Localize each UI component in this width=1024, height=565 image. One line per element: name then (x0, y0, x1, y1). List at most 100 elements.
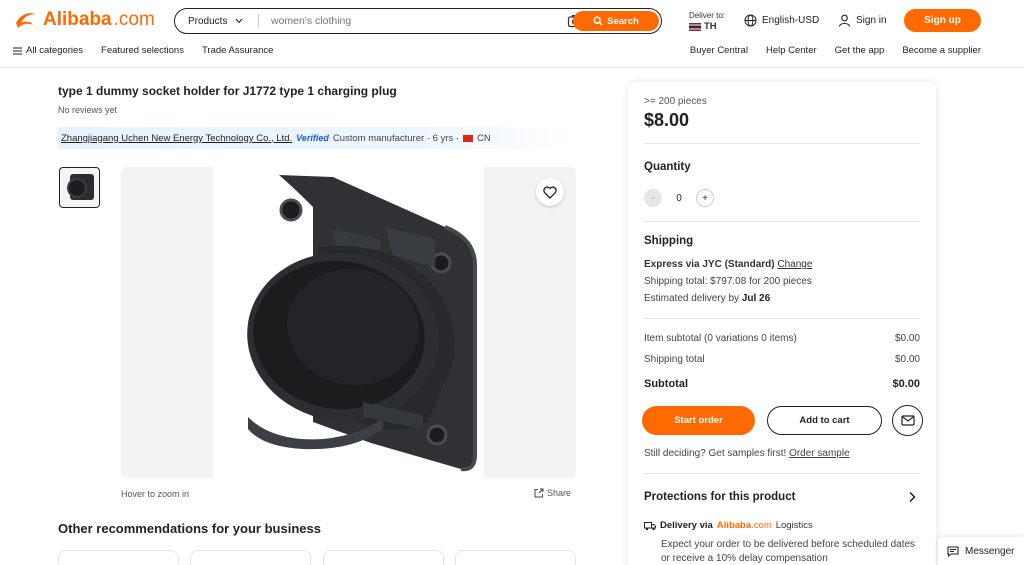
subnav-left: All categories Featured selections Trade… (13, 45, 273, 56)
subtotal-value: $0.00 (892, 378, 920, 390)
alibaba-logo[interactable]: Alibaba .com (13, 9, 155, 31)
sign-up-button[interactable]: Sign up (904, 9, 981, 32)
subnav-right: Buyer Central Help Center Get the app Be… (690, 45, 981, 56)
thailand-flag-icon (689, 22, 701, 31)
shipping-total-value: $0.00 (894, 354, 920, 365)
protections-title[interactable]: Protections for this product (644, 491, 795, 503)
deliver-to-label: Deliver to: (689, 11, 726, 20)
logo-text: Alibaba (43, 9, 112, 30)
start-order-button[interactable]: Start order (642, 406, 755, 435)
nav-featured-selections[interactable]: Featured selections (101, 45, 184, 56)
min-order-quantity: >= 200 pieces (644, 96, 707, 107)
product-main-image (247, 175, 477, 472)
sign-in-link[interactable]: Sign in (838, 14, 887, 27)
search-bar: Products Search (174, 8, 662, 34)
truck-icon (644, 521, 656, 530)
supplier-bar: Zhangjiagang Uchen New Energy Technology… (58, 127, 576, 149)
divider (644, 318, 920, 319)
quantity-increment-button[interactable]: + (696, 189, 714, 207)
contact-supplier-button[interactable] (892, 405, 923, 436)
nav-buyer-central[interactable]: Buyer Central (690, 45, 748, 56)
favorite-button[interactable] (536, 178, 564, 206)
item-subtotal-value: $0.00 (894, 333, 920, 344)
language-currency-selector[interactable]: English-USD (744, 14, 819, 27)
deliver-country: TH (704, 21, 717, 32)
header: Alibaba.com Products Search Deliver to: … (0, 0, 1024, 68)
reviews-summary: No reviews yet (58, 105, 118, 115)
nav-get-the-app[interactable]: Get the app (835, 45, 885, 56)
recommendation-card[interactable] (190, 550, 311, 565)
search-input[interactable] (271, 15, 561, 27)
quantity-value[interactable]: 0 (674, 193, 684, 204)
quantity-decrement-button[interactable]: - (644, 189, 662, 207)
order-panel: >= 200 pieces $8.00 Quantity - 0 + Shipp… (628, 82, 936, 565)
divider (644, 143, 920, 144)
verified-badge[interactable]: Verified (296, 133, 329, 143)
item-subtotal-label: Item subtotal (0 variations 0 items) (644, 333, 797, 344)
messenger-label: Messenger (965, 545, 1015, 557)
share-icon (534, 488, 544, 498)
shipping-total-row: Shipping total $0.00 (644, 354, 920, 365)
delivery-description: Expect your order to be delivered before… (661, 539, 916, 564)
order-sample-link[interactable]: Order sample (789, 448, 850, 459)
shipping-total-text: Shipping total: $797.08 for 200 pieces (644, 276, 812, 287)
supplier-name-link[interactable]: Zhangjiagang Uchen New Energy Technology… (61, 133, 292, 144)
delivery-brand-name: Alibaba (716, 520, 752, 531)
delivery-protection: Delivery via Alibaba.com Logistics (644, 520, 813, 531)
eta-date: Jul 26 (741, 293, 771, 304)
delivery-label: Delivery via (660, 520, 713, 531)
user-icon (838, 14, 851, 27)
globe-icon (744, 14, 757, 27)
share-label: Share (547, 488, 572, 498)
all-categories-label: All categories (26, 45, 84, 56)
all-categories-menu[interactable]: All categories (13, 45, 83, 56)
add-to-cart-button[interactable]: Add to cart (767, 406, 882, 435)
delivery-logistics: Logistics (775, 520, 813, 531)
product-title: type 1 dummy socket holder for J1772 typ… (58, 84, 397, 98)
china-flag-icon (463, 134, 473, 142)
nav-trade-assurance[interactable]: Trade Assurance (202, 45, 273, 56)
language-currency-label: English-USD (762, 15, 820, 26)
supplier-details: Custom manufacturer · 6 yrs · (332, 132, 459, 144)
recommendation-card[interactable] (323, 550, 444, 565)
eta-prefix: Estimated delivery by (644, 293, 740, 304)
quantity-stepper: - 0 + (644, 189, 714, 207)
subtotal-label: Subtotal (644, 378, 688, 390)
search-button[interactable]: Search (573, 11, 659, 31)
shipping-total-label: Shipping total (644, 354, 705, 365)
delivery-brand: Alibaba.com (717, 520, 772, 531)
product-image-gallery[interactable] (121, 167, 576, 478)
divider (644, 473, 920, 474)
nav-become-supplier[interactable]: Become a supplier (902, 45, 981, 56)
unit-price: $8.00 (644, 110, 690, 130)
supplier-country: CN (477, 132, 491, 144)
chevron-right-icon[interactable] (907, 491, 917, 503)
search-category-select[interactable]: Products (175, 14, 259, 28)
shipping-label: Shipping (644, 235, 694, 247)
messenger-button[interactable]: Messenger (938, 537, 1024, 565)
delivery-brand-suffix: .com (751, 520, 772, 531)
heart-icon (543, 185, 557, 199)
product-thumbnail[interactable] (59, 167, 100, 208)
zoom-hint: Hover to zoom in (121, 489, 190, 499)
deliver-to[interactable]: Deliver to: TH (689, 10, 725, 32)
subtotal-row: Subtotal $0.00 (644, 378, 920, 390)
estimated-delivery: Estimated delivery by Jul 26 (644, 293, 770, 304)
chevron-down-icon (236, 18, 243, 24)
nav-help-center[interactable]: Help Center (766, 45, 817, 56)
shipping-method: Express via JYC (Standard) Change (644, 259, 812, 270)
share-button[interactable]: Share (534, 488, 571, 498)
change-shipping-link[interactable]: Change (777, 259, 812, 270)
recommendations-title: Other recommendations for your business (58, 521, 321, 536)
mail-icon (900, 415, 915, 426)
product-thumbnail-image (67, 174, 94, 200)
menu-icon (13, 46, 22, 55)
recommendation-card[interactable] (455, 550, 576, 565)
samples-prompt-text: Still deciding? Get samples first! (644, 448, 787, 459)
recommendation-card[interactable] (58, 550, 179, 565)
search-category-label: Products (188, 15, 228, 27)
shipping-method-name: Express via JYC (Standard) (644, 259, 775, 270)
chat-icon (947, 545, 959, 557)
alibaba-logo-icon (16, 13, 37, 28)
quantity-label: Quantity (644, 161, 691, 173)
